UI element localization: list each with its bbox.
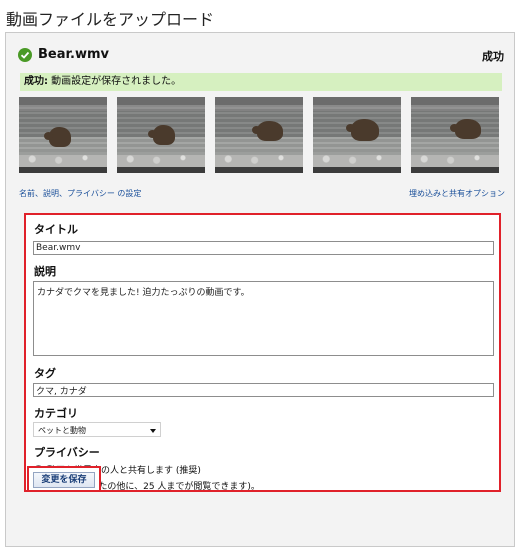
video-thumbnail[interactable] bbox=[19, 97, 107, 173]
tab-basic-settings[interactable]: 名前、説明、プライバシー の設定 bbox=[19, 188, 141, 199]
description-label: 説明 bbox=[34, 265, 56, 278]
settings-tabs: 名前、説明、プライバシー の設定 埋め込みと共有オプション bbox=[19, 188, 505, 202]
video-thumbnail[interactable] bbox=[215, 97, 303, 173]
banner-message: 動画設定が保存されました。 bbox=[48, 76, 182, 87]
title-label: タイトル bbox=[34, 223, 78, 236]
tab-embed-share[interactable]: 埋め込みと共有オプション bbox=[409, 188, 505, 199]
success-banner: 成功: 動画設定が保存されました。 bbox=[20, 73, 502, 91]
video-settings-form: タイトル 説明 カナダでクマを見ました! 迫力たっぷりの動画です。 タグ カテゴ… bbox=[24, 213, 501, 492]
bear-image bbox=[346, 119, 379, 141]
dropdown-arrow-icon bbox=[150, 429, 156, 433]
thumbnail-strip bbox=[19, 97, 505, 173]
file-name: Bear.wmv bbox=[38, 47, 110, 62]
title-input[interactable] bbox=[33, 241, 494, 255]
bear-image bbox=[450, 119, 481, 139]
bear-image bbox=[44, 127, 71, 147]
category-select[interactable]: ペットと動物 bbox=[33, 422, 161, 437]
description-textarea[interactable]: カナダでクマを見ました! 迫力たっぷりの動画です。 bbox=[33, 281, 494, 356]
save-changes-button[interactable]: 変更を保存 bbox=[33, 472, 95, 488]
video-thumbnail[interactable] bbox=[117, 97, 205, 173]
category-label: カテゴリ bbox=[34, 407, 78, 420]
file-row: Bear.wmv 成功 bbox=[16, 45, 504, 67]
video-thumbnail[interactable] bbox=[313, 97, 401, 173]
video-thumbnail[interactable] bbox=[411, 97, 499, 173]
upload-status: 成功 bbox=[482, 50, 504, 63]
tags-input[interactable] bbox=[33, 383, 494, 397]
page-title: 動画ファイルをアップロード bbox=[6, 10, 215, 29]
tags-label: タグ bbox=[34, 367, 56, 380]
banner-prefix: 成功: bbox=[24, 76, 48, 87]
category-selected-value: ペットと動物 bbox=[38, 426, 86, 435]
save-button-highlight: 変更を保存 bbox=[27, 466, 101, 492]
bear-image bbox=[252, 121, 283, 141]
privacy-label: プライバシー bbox=[34, 446, 100, 459]
check-circle-icon bbox=[18, 48, 32, 62]
bear-image bbox=[148, 125, 175, 145]
